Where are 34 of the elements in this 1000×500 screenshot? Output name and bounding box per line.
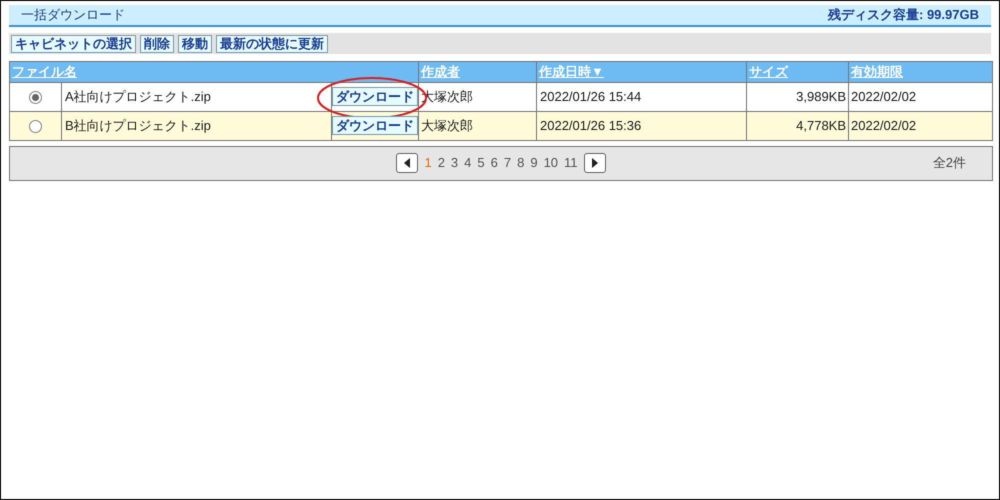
total-count: 全2件 (932, 154, 966, 172)
toolbar-button[interactable]: 移動 (178, 34, 212, 52)
disk-space-label: 残ディスク容量: 99.97GB (828, 6, 979, 24)
table-cell: 2022/01/26 15:44 (536, 82, 747, 111)
left-triangle-icon (404, 158, 410, 168)
download-button[interactable]: ダウンロード (332, 86, 418, 106)
page-link[interactable]: 10 (544, 153, 558, 173)
page-link[interactable]: 8 (517, 153, 524, 173)
table-cell: 2022/01/26 15:36 (536, 111, 747, 140)
radio-button[interactable] (29, 120, 42, 133)
next-page-button[interactable] (584, 153, 606, 173)
toolbar-button[interactable]: キャビネットの選択 (11, 34, 136, 52)
radio-button[interactable] (29, 90, 42, 104)
page-link[interactable]: 4 (464, 153, 472, 173)
page-link[interactable]: 3 (450, 153, 458, 173)
right-triangle-icon (592, 158, 598, 168)
table-cell: 2022/02/02 (848, 111, 992, 140)
page-title: 一括ダウンロード (21, 6, 125, 24)
page-link[interactable]: 5 (477, 153, 485, 173)
table-cell: 大塚次郎 (418, 111, 537, 140)
toolbar-button[interactable]: 削除 (140, 34, 174, 52)
page-link[interactable]: 2 (438, 153, 445, 173)
table-cell: 2022/02/02 (848, 82, 992, 111)
page-link[interactable]: 9 (530, 153, 538, 173)
table-cell: B社向けプロジェクト.zip (62, 111, 332, 140)
table-cell: A社向けプロジェクト.zip (62, 82, 332, 111)
previous-page-button[interactable] (396, 153, 418, 173)
toolbar-button[interactable]: 最新の状態に更新 (216, 34, 328, 52)
download-button[interactable]: ダウンロード (332, 116, 418, 135)
table-cell: 3,989KB (746, 82, 849, 111)
page-link[interactable]: 11 (564, 153, 578, 173)
page-link[interactable]: 6 (490, 153, 498, 173)
page-link[interactable]: 7 (504, 153, 512, 173)
table-cell: 4,778KB (746, 111, 849, 140)
